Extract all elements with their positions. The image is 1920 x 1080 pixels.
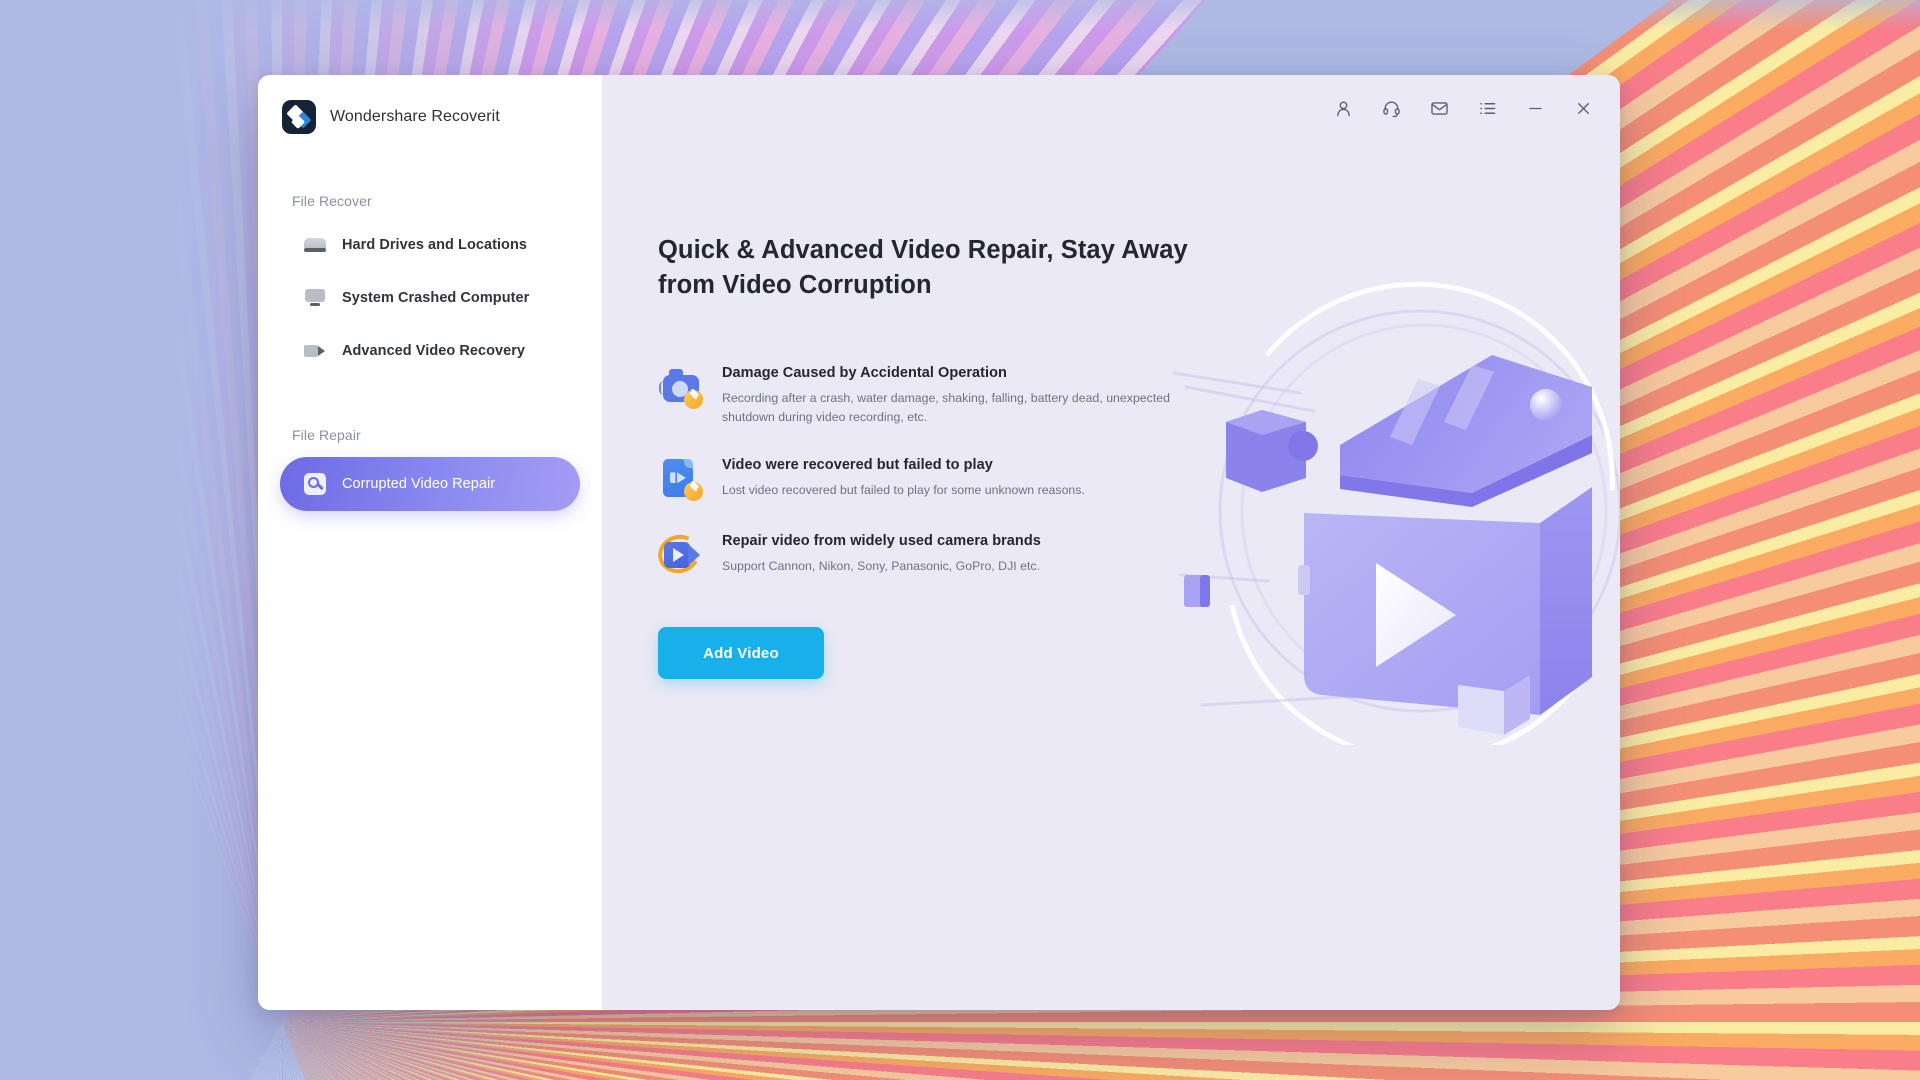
sidebar-list-file-repair: Corrupted Video Repair [258, 457, 602, 511]
close-button[interactable] [1566, 93, 1600, 123]
video-repair-icon [304, 473, 326, 495]
application-window: Wondershare Recoverit File Recover Hard … [258, 75, 1620, 1010]
brand: Wondershare Recoverit [258, 75, 602, 137]
sidebar-item-label: Advanced Video Recovery [342, 343, 526, 359]
sidebar-item-hard-drives-and-locations[interactable]: Hard Drives and Locations [280, 223, 580, 267]
feature-item-camera-brands: Repair video from widely used camera bra… [653, 529, 1218, 579]
wallpaper-top-fade [0, 0, 1920, 30]
headset-icon [1382, 101, 1400, 117]
minimize-button[interactable] [1518, 93, 1552, 123]
feature-item-accidental-damage: Damage Caused by Accidental Operation Re… [658, 363, 1218, 426]
list-icon [1479, 102, 1495, 114]
feature-item-failed-to-play: Video were recovered but failed to play … [658, 455, 1218, 502]
mail-icon [1430, 101, 1448, 115]
camcorder-icon [304, 340, 326, 362]
feature-list: Damage Caused by Accidental Operation Re… [653, 363, 1218, 607]
sidebar: Wondershare Recoverit File Recover Hard … [258, 75, 602, 1010]
camera-wrench-icon [658, 364, 704, 410]
wondershare-diamond-logo-icon [282, 100, 316, 134]
minimize-icon [1528, 107, 1542, 109]
sidebar-item-advanced-video-recovery[interactable]: Advanced Video Recovery [280, 329, 580, 373]
inbox-button[interactable] [1422, 93, 1456, 123]
support-button[interactable] [1374, 93, 1408, 123]
feature-description: Support Cannon, Nikon, Sony, Panasonic, … [722, 559, 1041, 574]
camcorder-ring-icon [653, 529, 705, 579]
sidebar-item-system-crashed-computer[interactable]: System Crashed Computer [280, 276, 580, 320]
hard-drive-icon [304, 234, 326, 256]
feature-description: Recording after a crash, water damage, s… [722, 391, 1170, 424]
feature-title: Damage Caused by Accidental Operation [722, 365, 1007, 381]
monitor-icon [304, 287, 326, 309]
feature-description: Lost video recovered but failed to play … [722, 483, 1085, 498]
main-content: Quick & Advanced Video Repair, Stay Away… [602, 75, 1620, 1010]
sidebar-item-corrupted-video-repair[interactable]: Corrupted Video Repair [280, 457, 580, 511]
add-video-button[interactable]: Add Video [658, 627, 824, 679]
titlebar-actions [1326, 93, 1600, 123]
desktop-background: Wondershare Recoverit File Recover Hard … [0, 0, 1920, 1080]
sidebar-item-label: System Crashed Computer [342, 290, 530, 306]
close-icon [1577, 102, 1589, 114]
user-icon [1336, 100, 1350, 116]
page-headline: Quick & Advanced Video Repair, Stay Away… [658, 236, 1188, 299]
feature-title: Video were recovered but failed to play [722, 457, 993, 474]
3d-clapperboard-play-illustration-icon [1172, 281, 1620, 745]
sidebar-item-label: Corrupted Video Repair [342, 476, 496, 492]
sidebar-item-label: Hard Drives and Locations [342, 237, 527, 253]
sidebar-group-label-file-repair: File Repair [292, 427, 361, 443]
sidebar-group-label-file-recover: File Recover [292, 193, 372, 209]
app-title: Wondershare Recoverit [330, 108, 500, 125]
feature-title: Repair video from widely used camera bra… [722, 533, 1041, 550]
sidebar-list-file-recover: Hard Drives and Locations System Crashed… [258, 223, 602, 373]
account-button[interactable] [1326, 93, 1360, 123]
video-file-wrench-icon [658, 456, 704, 502]
menu-button[interactable] [1470, 93, 1504, 123]
